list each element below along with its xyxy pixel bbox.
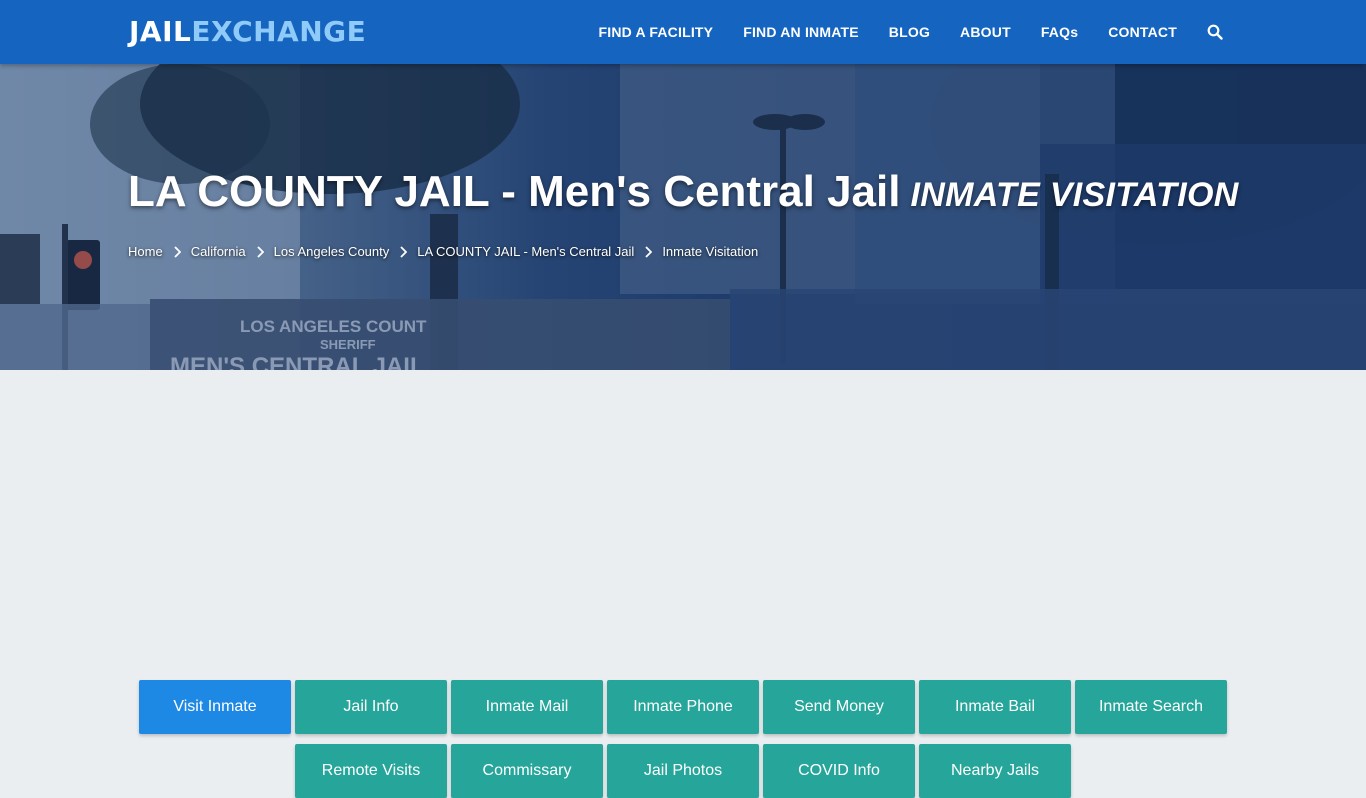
logo-part-jail: JAIL <box>129 15 192 48</box>
page-title-facility: LA COUNTY JAIL - Men's Central Jail <box>128 167 901 216</box>
jail-info-button[interactable]: Jail Info <box>295 680 447 734</box>
send-money-button[interactable]: Send Money <box>763 680 915 734</box>
inmate-phone-button[interactable]: Inmate Phone <box>607 680 759 734</box>
remote-visits-button[interactable]: Remote Visits <box>295 744 447 798</box>
chevron-right-icon <box>400 245 408 258</box>
logo-part-exchange: EXCHANGE <box>191 15 367 48</box>
site-logo[interactable]: JAILEXCHANGE <box>129 15 366 49</box>
breadcrumb: Home California Los Angeles County LA CO… <box>128 244 758 259</box>
commissary-button[interactable]: Commissary <box>451 744 603 798</box>
nav-blog[interactable]: BLOG <box>889 24 930 40</box>
navbar: JAILEXCHANGE FIND A FACILITY FIND AN INM… <box>0 0 1366 64</box>
nav-faqs[interactable]: FAQs <box>1041 24 1078 40</box>
breadcrumb-state[interactable]: California <box>191 244 246 259</box>
breadcrumb-county[interactable]: Los Angeles County <box>274 244 390 259</box>
chevron-right-icon <box>256 245 264 258</box>
visit-inmate-button[interactable]: Visit Inmate <box>139 680 291 734</box>
hero-banner: LOS ANGELES COUNT SHERIFF MEN'S CENTRAL … <box>0 64 1366 370</box>
inmate-bail-button[interactable]: Inmate Bail <box>919 680 1071 734</box>
page-title-subtitle: INMATE VISITATION <box>910 176 1239 214</box>
main-nav: FIND A FACILITY FIND AN INMATE BLOG ABOU… <box>568 0 1223 64</box>
covid-info-button[interactable]: COVID Info <box>763 744 915 798</box>
breadcrumb-current: Inmate Visitation <box>662 244 759 259</box>
nav-find-facility[interactable]: FIND A FACILITY <box>598 24 713 40</box>
inmate-mail-button[interactable]: Inmate Mail <box>451 680 603 734</box>
inmate-search-button[interactable]: Inmate Search <box>1075 680 1227 734</box>
breadcrumb-home[interactable]: Home <box>128 244 163 259</box>
page-title: LA COUNTY JAIL - Men's Central Jail INMAT… <box>128 165 1239 222</box>
jail-photos-button[interactable]: Jail Photos <box>607 744 759 798</box>
search-icon[interactable] <box>1207 24 1223 40</box>
nav-about[interactable]: ABOUT <box>960 24 1011 40</box>
nav-contact[interactable]: CONTACT <box>1108 24 1177 40</box>
nav-find-inmate[interactable]: FIND AN INMATE <box>743 24 859 40</box>
nearby-jails-button[interactable]: Nearby Jails <box>919 744 1071 798</box>
chevron-right-icon <box>174 245 181 258</box>
chevron-right-icon <box>645 245 653 258</box>
breadcrumb-facility[interactable]: LA COUNTY JAIL - Men's Central Jail <box>417 244 634 259</box>
